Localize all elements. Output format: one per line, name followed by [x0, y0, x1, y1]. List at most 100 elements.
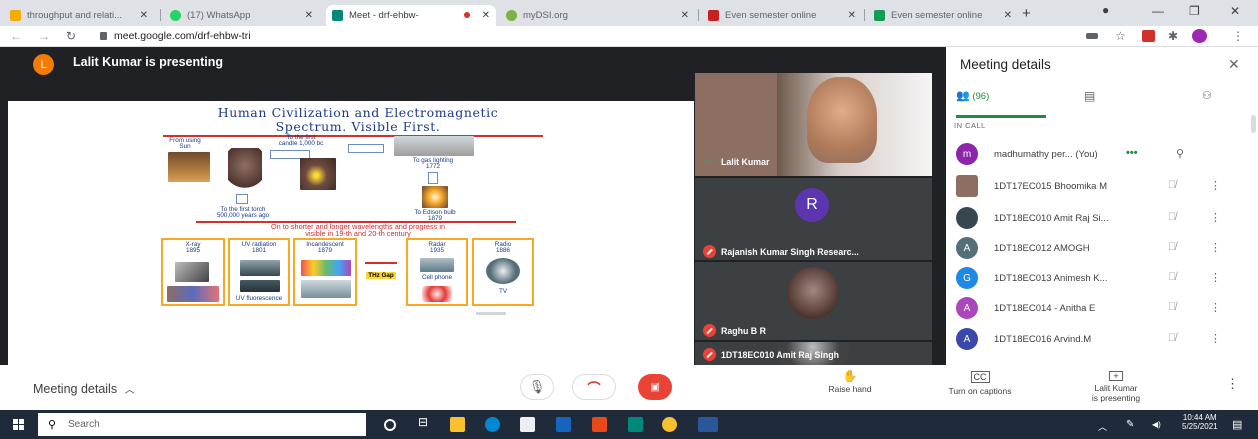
tab-close-icon[interactable]: ✕: [848, 10, 856, 21]
profile-dot-icon[interactable]: ●: [1102, 3, 1109, 17]
browser-tab[interactable]: Even semester online ✕: [868, 5, 1018, 26]
participant-avatar: [956, 175, 978, 197]
notifications-icon[interactable]: ▤: [1232, 418, 1242, 431]
profile-avatar-icon[interactable]: [1192, 29, 1207, 43]
more-options-icon[interactable]: ⋮: [1226, 377, 1239, 390]
tab-people[interactable]: 👥 (96): [956, 89, 1046, 119]
meeting-details-button[interactable]: Meeting details ︿: [33, 381, 135, 396]
speaker-icon[interactable]: ◀): [1152, 420, 1161, 429]
app-icon[interactable]: [556, 417, 571, 432]
more-options-icon[interactable]: ⋮: [1210, 332, 1221, 345]
raise-hand-button[interactable]: ✋ Raise hand: [810, 370, 890, 394]
captions-label: Turn on captions: [948, 386, 1012, 396]
file-explorer-icon[interactable]: [450, 417, 465, 432]
url-field[interactable]: meet.google.com/drf-ehbw-tri: [114, 30, 251, 42]
captions-button[interactable]: CC Turn on captions: [930, 371, 1030, 396]
tab-title: (17) WhatsApp: [187, 10, 251, 21]
meeting-details-label: Meeting details: [33, 382, 118, 396]
tab-close-icon[interactable]: ✕: [681, 10, 689, 21]
presenting-label: Lalit Kumar: [1094, 383, 1138, 393]
in-call-label: IN CALL: [954, 121, 986, 130]
camera-off-button[interactable]: ▣̸: [638, 374, 672, 400]
chrome-icon[interactable]: [662, 417, 677, 432]
participant-name: Lalit Kumar: [721, 157, 770, 167]
new-tab-icon[interactable]: +: [1022, 5, 1031, 22]
slide-text: 1895: [185, 247, 200, 254]
cortana-icon[interactable]: [384, 419, 396, 431]
forward-icon[interactable]: →: [38, 29, 50, 43]
participant-row[interactable]: A 1DT18EC012 AMOGH 🎙̸ ⋮: [946, 233, 1258, 263]
camera-off-icon: ▣̸: [650, 381, 660, 393]
shared-screen: Human Civilization and Electromagnetic S…: [8, 101, 694, 365]
restore-icon[interactable]: ❐: [1189, 4, 1200, 18]
gas-lamps-image: [394, 136, 474, 156]
participant-name: 1DT18EC013 Animesh K...: [994, 273, 1108, 284]
tab-close-icon[interactable]: ✕: [1004, 10, 1012, 21]
participant-row[interactable]: m madhumathy per... (You) ••• ⚲: [946, 139, 1258, 169]
presenter-avatar: L: [33, 54, 54, 75]
participant-row[interactable]: 1DT18EC010 Amit Raj Si... 🎙̸ ⋮: [946, 203, 1258, 233]
extensions-puzzle-icon[interactable]: ✱: [1168, 29, 1178, 43]
mic-off-icon: 🎙̸: [1168, 271, 1177, 283]
participant-row[interactable]: 1DT17EC015 Bhoomika M 🎙̸ ⋮: [946, 171, 1258, 201]
pin-icon[interactable]: ⚲: [1176, 147, 1184, 160]
tab-close-icon[interactable]: ✕: [482, 10, 490, 21]
minimize-icon[interactable]: —: [1152, 4, 1164, 18]
reload-icon[interactable]: ↻: [66, 29, 76, 43]
edge-icon[interactable]: [485, 417, 500, 432]
task-view-icon[interactable]: ⊟: [418, 415, 433, 430]
mic-off-icon: [703, 245, 716, 258]
browser-tab[interactable]: (17) WhatsApp ✕: [164, 5, 319, 26]
store-icon[interactable]: [520, 417, 535, 432]
tab-close-icon[interactable]: ✕: [305, 10, 313, 21]
more-options-icon[interactable]: ⋮: [1210, 241, 1221, 254]
presenting-button[interactable]: + Lalit Kumar is presenting: [1076, 371, 1156, 403]
office-icon[interactable]: [592, 417, 607, 432]
panel-scrollbar[interactable]: [1251, 115, 1256, 133]
spectrum-box: UV radiation 1801 UV fluorescence: [228, 238, 290, 306]
mic-off-icon: [703, 324, 716, 337]
windows-start-icon[interactable]: [13, 419, 25, 431]
browser-tab-active[interactable]: Meet - drf-ehbw- ✕: [326, 5, 496, 26]
extension-icon[interactable]: [1142, 30, 1155, 42]
participant-name: Rajanish Kumar Singh Researc...: [721, 247, 859, 257]
participant-name: 1DT18EC010 Amit Raj Singh: [721, 350, 839, 360]
bookmark-star-icon[interactable]: ☆: [1115, 29, 1126, 43]
microphone-button[interactable]: 🎙: [520, 374, 554, 400]
edison-bulb-image: [422, 186, 448, 208]
whatsapp-icon: [170, 10, 181, 21]
tray-chevron-icon[interactable]: ︿: [1098, 420, 1107, 433]
browser-menu-icon[interactable]: ⋮: [1232, 29, 1244, 43]
more-options-icon[interactable]: ⋮: [1210, 211, 1221, 224]
slide-text: 1879: [317, 247, 332, 254]
word-icon[interactable]: [698, 417, 718, 432]
more-options-icon[interactable]: ⋮: [1210, 301, 1221, 314]
slide-text: TV: [498, 288, 508, 295]
leave-call-button[interactable]: ⌒: [572, 374, 616, 400]
tab-activities-icon[interactable]: ⚇: [1202, 89, 1212, 102]
tab-chat-icon[interactable]: ▤: [1084, 89, 1095, 103]
close-panel-icon[interactable]: ✕: [1228, 56, 1240, 73]
participant-row[interactable]: A 1DT18EC014 - Anitha E 🎙̸ ⋮: [946, 293, 1258, 323]
clock[interactable]: 10:44 AM 5/25/2021: [1182, 413, 1218, 431]
back-icon[interactable]: ←: [10, 29, 22, 43]
slide-title-line2: Spectrum. Visible First.: [275, 119, 441, 134]
browser-tab[interactable]: Even semester online ✕: [702, 5, 862, 26]
tab-close-icon[interactable]: ✕: [140, 10, 148, 21]
browser-tab[interactable]: myDSI.org ✕: [500, 5, 695, 26]
app-icon[interactable]: [628, 417, 643, 432]
camera-indicator-icon[interactable]: [1086, 33, 1098, 39]
browser-tab[interactable]: throughput and relati... ✕: [4, 5, 154, 26]
close-window-icon[interactable]: ✕: [1230, 4, 1240, 18]
more-options-icon[interactable]: ⋮: [1210, 179, 1221, 192]
meet-control-bar: Meeting details ︿ 🎙 ⌒ ▣̸ ✋ Raise hand CC…: [0, 365, 1258, 410]
participant-row[interactable]: A 1DT18EC016 Arvind.M 🎙̸ ⋮: [946, 324, 1258, 354]
pen-icon[interactable]: ✎: [1126, 419, 1134, 430]
more-options-icon[interactable]: ⋮: [1210, 271, 1221, 284]
participant-row[interactable]: G 1DT18EC013 Animesh K... 🎙̸ ⋮: [946, 263, 1258, 293]
speaking-indicator-icon: ·ı·: [705, 156, 714, 166]
participant-avatar: R: [795, 188, 829, 222]
participant-avatar: G: [956, 267, 978, 289]
taskbar-search[interactable]: ⚲ Search: [38, 413, 366, 436]
gmail-icon: [708, 10, 719, 21]
